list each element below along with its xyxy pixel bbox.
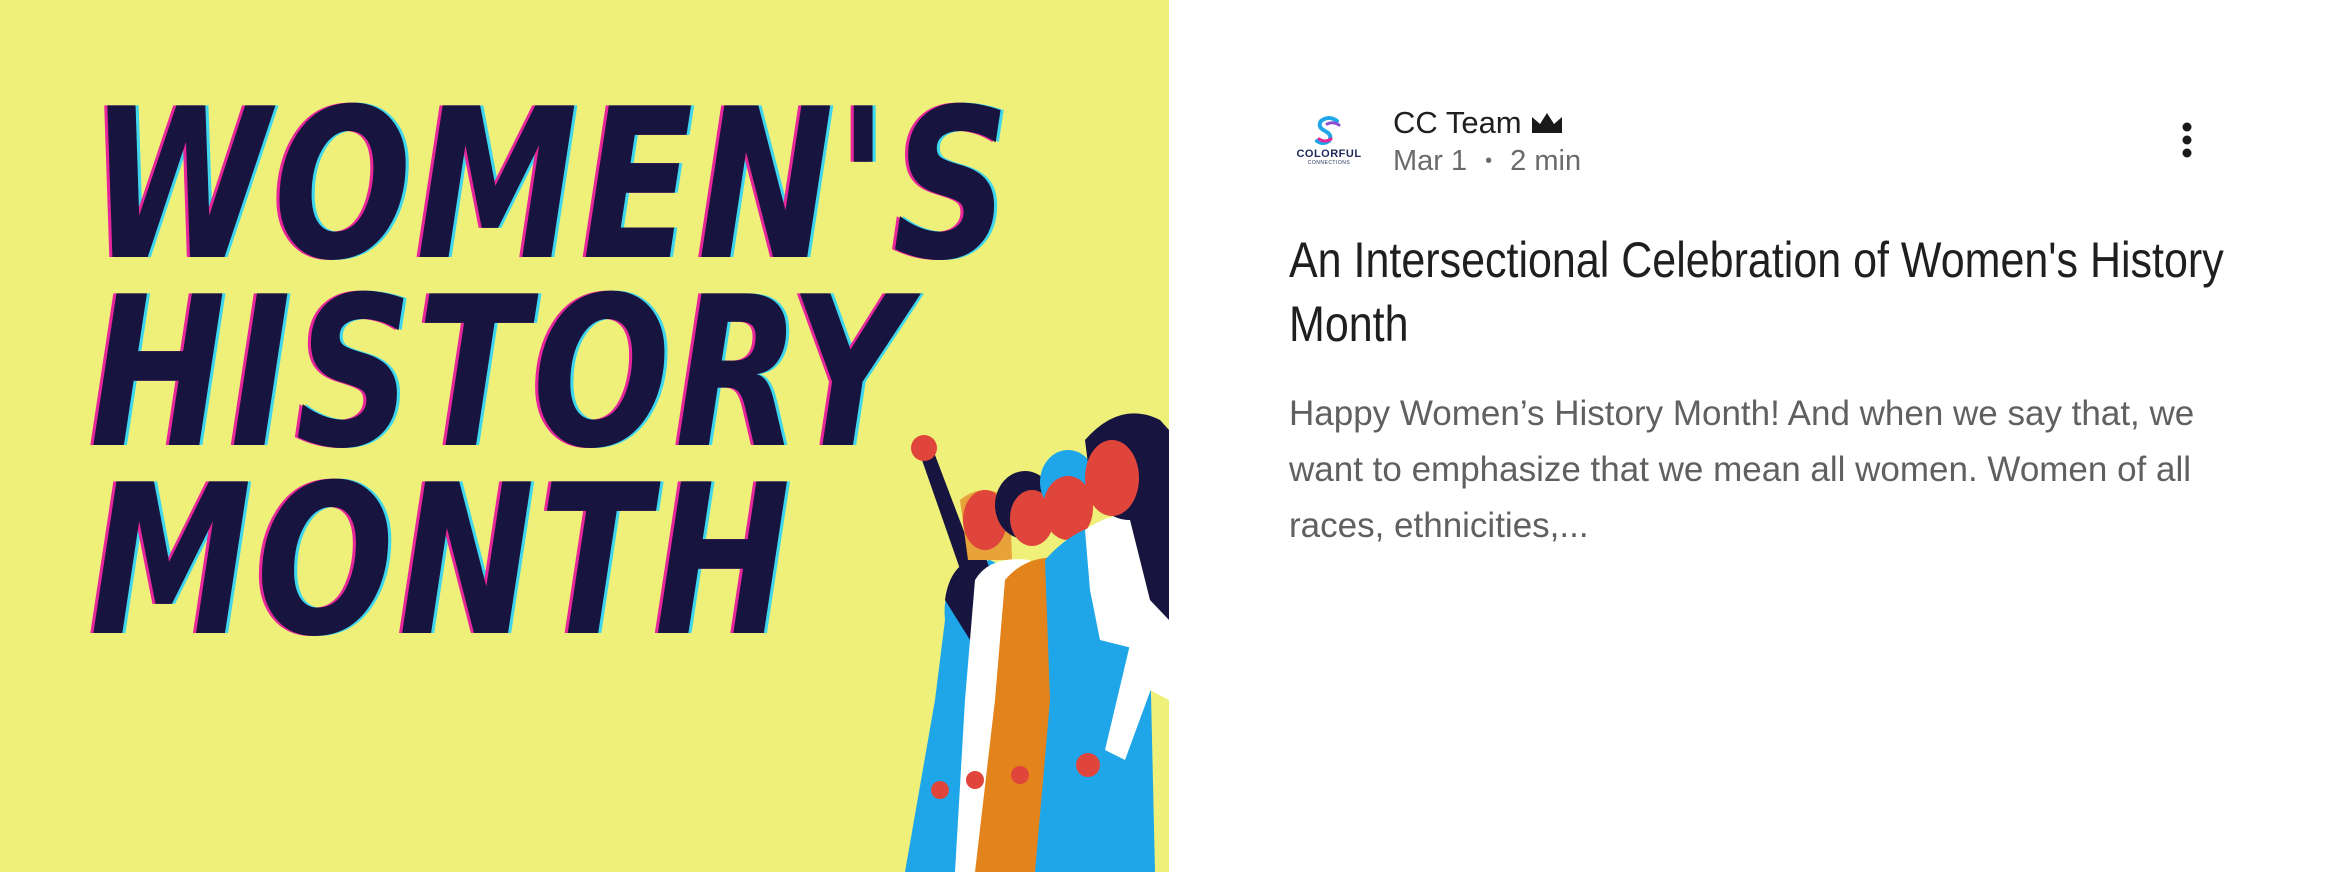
post-meta: COLORFUL CONNECTIONS CC Team Mar 1 • 2 m…: [1289, 100, 1581, 180]
post-title[interactable]: An Intersectional Celebration of Women's…: [1289, 228, 2252, 356]
blog-post-card[interactable]: WOMEN'S HISTORY MONTH COLORFUL CONNECTIO…: [0, 0, 2338, 872]
author-name[interactable]: CC Team: [1393, 105, 1522, 141]
post-details: COLORFUL CONNECTIONS CC Team Mar 1 • 2 m…: [1169, 0, 2338, 872]
more-vertical-icon[interactable]: [2175, 120, 2199, 160]
logo-mark-icon: [1315, 115, 1341, 145]
cover-image[interactable]: WOMEN'S HISTORY MONTH: [0, 0, 1169, 872]
avatar-logo-subtext: CONNECTIONS: [1307, 159, 1351, 166]
avatar[interactable]: COLORFUL CONNECTIONS: [1289, 100, 1369, 180]
meta-separator: •: [1485, 149, 1493, 172]
post-excerpt: Happy Women’s History Month! And when we…: [1289, 394, 2195, 545]
avatar-logo-text: COLORFUL: [1296, 147, 1362, 160]
read-time: 2 min: [1510, 144, 1582, 177]
author-info: CC Team Mar 1 • 2 min: [1393, 103, 1581, 178]
post-date: Mar 1: [1393, 144, 1468, 177]
crown-icon: [1531, 112, 1562, 133]
women-illustration: [905, 413, 1169, 872]
